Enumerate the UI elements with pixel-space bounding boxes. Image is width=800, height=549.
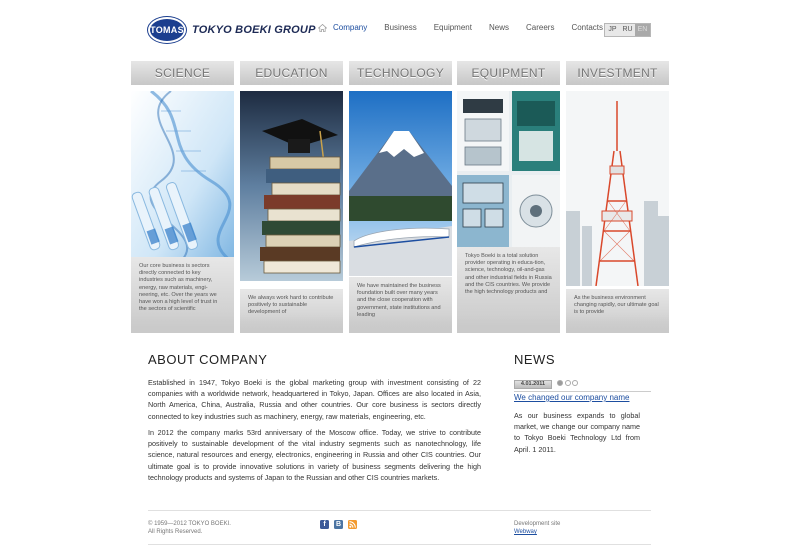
nav-careers[interactable]: Careers	[526, 23, 554, 32]
about-paragraph-1: Established in 1947, Tokyo Boeki is the …	[148, 378, 481, 421]
developer-credit: Development site Webway	[514, 520, 560, 536]
divider	[514, 391, 651, 392]
main-nav: Company Business Equipment News Careers …	[318, 23, 620, 32]
column-title: EQUIPMENT	[457, 61, 560, 85]
nav-company[interactable]: Company	[333, 23, 367, 32]
column-title: SCIENCE	[131, 61, 234, 85]
equipment-image	[457, 91, 560, 256]
news-title: NEWS	[514, 352, 555, 367]
footer-divider	[148, 510, 651, 511]
facebook-icon[interactable]: f	[320, 520, 329, 529]
column-science[interactable]: SCIENCE Our core business is sectors dir…	[131, 61, 234, 333]
developer-link[interactable]: Webway	[514, 529, 537, 535]
nav-business[interactable]: Business	[384, 23, 416, 32]
column-description: Our core business is sectors directly co…	[131, 257, 234, 333]
education-image	[240, 91, 343, 281]
news-pager-dot[interactable]	[572, 380, 578, 386]
news-body: As our business expands to global market…	[514, 411, 640, 454]
home-icon[interactable]	[318, 23, 327, 32]
science-image	[131, 91, 234, 261]
column-title: TECHNOLOGY	[349, 61, 452, 85]
social-links: f B	[320, 520, 362, 529]
news-pager	[557, 380, 580, 386]
news-date-badge: 4.01.2011	[514, 380, 552, 389]
nav-news[interactable]: News	[489, 23, 509, 32]
copyright-line: All Rights Reserved.	[148, 529, 203, 535]
logo-badge: TOMAS	[148, 17, 186, 43]
column-title: INVESTMENT	[566, 61, 669, 85]
investment-image	[566, 91, 669, 286]
column-description: We have maintained the business foundati…	[349, 277, 452, 333]
rss-icon[interactable]	[348, 520, 357, 529]
news-pager-dot[interactable]	[564, 380, 571, 386]
copyright: © 1959—2012 TOKYO BOEKI. All Rights Rese…	[148, 520, 231, 536]
column-title: EDUCATION	[240, 61, 343, 85]
lang-jp[interactable]: JP	[605, 24, 620, 36]
logo-text: TOKYO BOEKI GROUP	[192, 24, 316, 36]
nav-equipment[interactable]: Equipment	[434, 23, 472, 32]
news-headline-link[interactable]: We changed our company name	[514, 393, 629, 402]
copyright-line: © 1959—2012 TOKYO BOEKI.	[148, 521, 231, 527]
column-description: Tokyo Boeki is a total solution provider…	[457, 247, 560, 333]
language-switcher: JP RU EN	[604, 23, 651, 37]
column-description: We always work hard to contribute positi…	[240, 289, 343, 333]
footer-divider-bottom	[148, 544, 651, 545]
vk-icon[interactable]: B	[334, 520, 343, 529]
column-education[interactable]: EDUCATION We always work hard to contrib…	[240, 61, 343, 333]
column-technology[interactable]: TECHNOLOGY We have maintained the busine…	[349, 61, 452, 333]
column-equipment[interactable]: EQUIPMENT Tokyo Boeki is a total solutio…	[457, 61, 560, 333]
lang-ru[interactable]: RU	[620, 24, 635, 36]
news-pager-dot[interactable]	[557, 380, 563, 386]
about-title: ABOUT COMPANY	[148, 352, 268, 367]
about-paragraph-2: In 2012 the company marks 53rd anniversa…	[148, 428, 481, 482]
technology-image	[349, 91, 452, 276]
lang-en[interactable]: EN	[635, 24, 650, 36]
developer-label: Development site	[514, 521, 561, 527]
column-investment[interactable]: INVESTMENT As the business environment c…	[566, 61, 669, 333]
column-description: As the business environment changing rap…	[566, 289, 669, 333]
logo[interactable]: TOMAS TOKYO BOEKI GROUP	[148, 17, 316, 43]
nav-contacts[interactable]: Contacts	[571, 23, 603, 32]
